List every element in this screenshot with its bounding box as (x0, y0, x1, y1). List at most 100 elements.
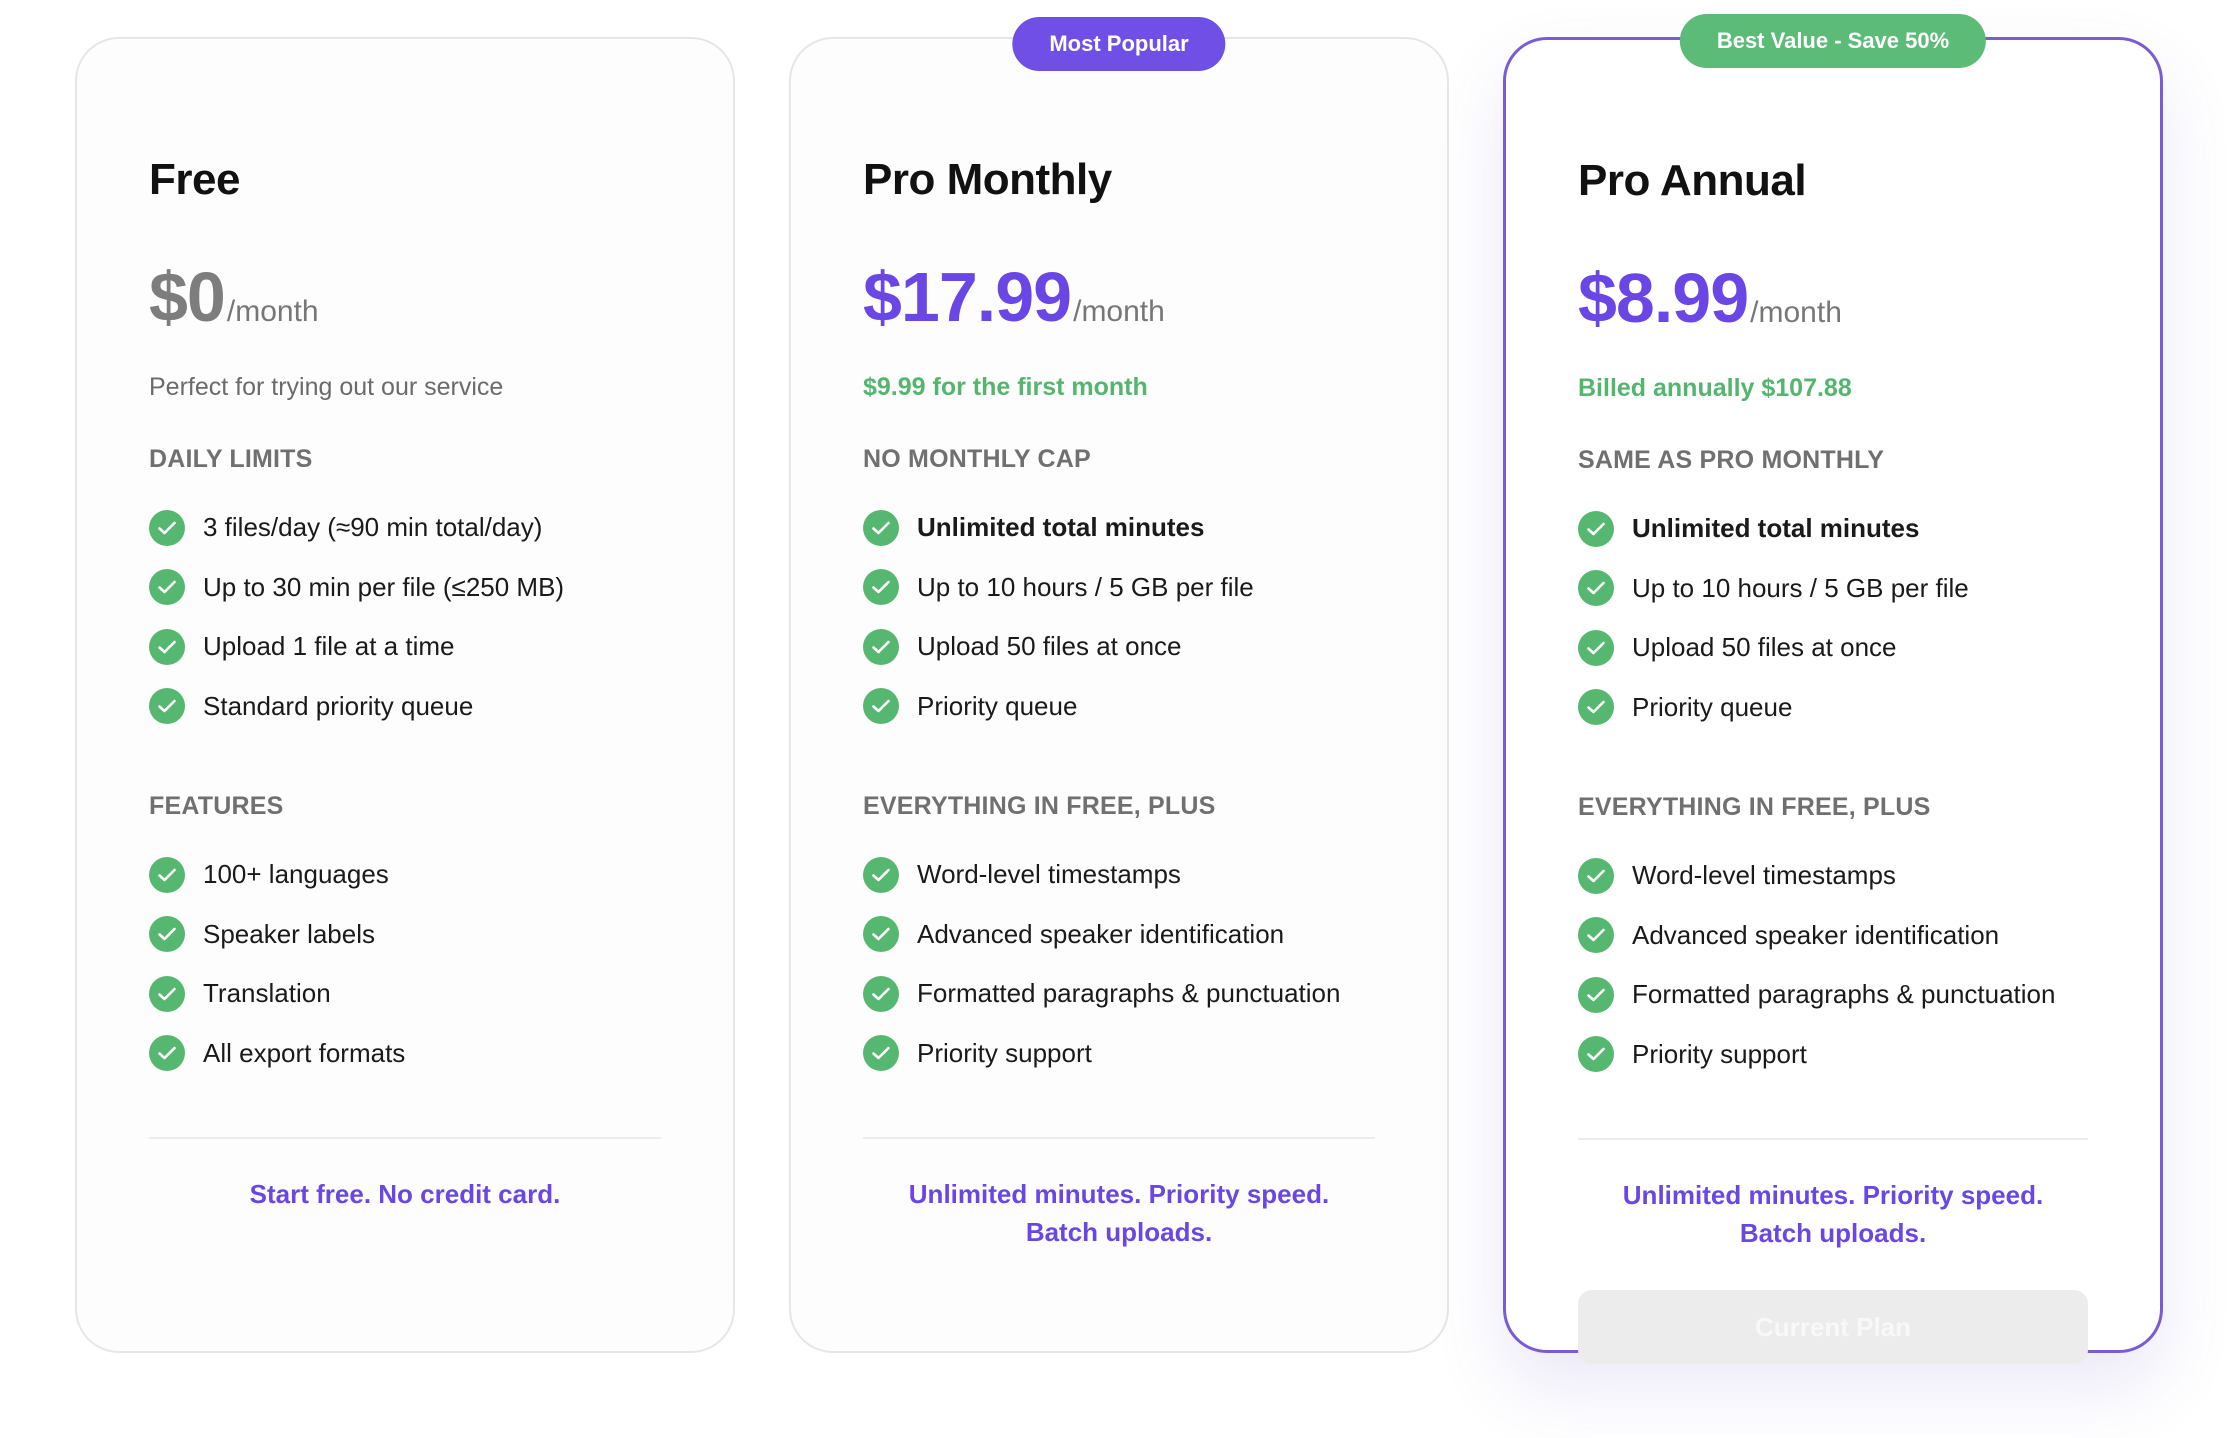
feature-text: Up to 10 hours / 5 GB per file (917, 571, 1254, 602)
plan-card-pro-annual: Best Value - Save 50% Pro Annual $8.99 /… (1503, 14, 2163, 1364)
divider (149, 1137, 661, 1139)
plan-tagline: Unlimited minutes. Priority speed. Batch… (908, 1179, 1330, 1247)
plan-tagline: Start free. No credit card. (249, 1179, 561, 1209)
feature-item: Speaker labels (149, 905, 661, 965)
section-heading-features: EVERYTHING IN FREE, PLUS (1578, 793, 1931, 821)
feature-item: Priority support (1578, 1025, 2088, 1085)
most-popular-badge: Most Popular (1012, 17, 1226, 71)
feature-text: Unlimited total minutes (917, 512, 1205, 543)
feature-list-limits: 3 files/day (≈90 min total/day) Up to 30… (149, 498, 661, 736)
feature-list-limits: Unlimited total minutes Up to 10 hours /… (1578, 499, 2088, 737)
check-circle-icon (1578, 570, 1614, 607)
check-circle-icon (863, 509, 899, 546)
check-circle-icon (863, 688, 899, 725)
plan-price: $17.99 (863, 258, 1072, 336)
plan-price: $8.99 (1578, 259, 1749, 337)
feature-text: Word-level timestamps (1632, 860, 1896, 891)
feature-text: All export formats (203, 1037, 406, 1068)
check-circle-icon (1578, 976, 1614, 1013)
feature-text: Priority support (1632, 1038, 1807, 1069)
feature-text: Advanced speaker identification (1632, 919, 2000, 950)
feature-text: Formatted paragraphs & punctuation (917, 978, 1341, 1009)
price-period: /month (226, 295, 319, 328)
feature-list-features: Word-level timestamps Advanced speaker i… (863, 845, 1375, 1083)
feature-item: 100+ languages (149, 845, 661, 905)
check-circle-icon (149, 916, 185, 953)
feature-item: Upload 1 file at a time (149, 617, 661, 677)
plan-card-pro-monthly: Most Popular Pro Monthly $17.99 /month $… (789, 17, 1449, 1353)
feature-text: Speaker labels (203, 918, 375, 949)
feature-text: Advanced speaker identification (917, 918, 1285, 949)
feature-text: Upload 50 files at once (917, 631, 1182, 662)
check-circle-icon (863, 916, 899, 953)
feature-item: Word-level timestamps (1578, 846, 2088, 906)
section-heading-limits: NO MONTHLY CAP (863, 445, 1091, 473)
check-circle-icon (863, 975, 899, 1012)
price-period: /month (1073, 295, 1165, 328)
feature-text: Upload 1 file at a time (203, 631, 455, 662)
feature-item: Priority support (863, 1024, 1375, 1084)
section-heading-limits: SAME AS PRO MONTHLY (1578, 446, 1885, 474)
feature-list-features: Word-level timestamps Advanced speaker i… (1578, 846, 2088, 1084)
feature-list-features: 100+ languages Speaker labels Translatio… (149, 845, 661, 1083)
check-circle-icon (863, 628, 899, 665)
feature-item: Translation (149, 964, 661, 1024)
price-row: $0 /month (149, 257, 661, 337)
plan-card-free: Free $0 /month Perfect for trying out ou… (75, 37, 735, 1353)
check-circle-icon (1578, 510, 1614, 547)
price-row: $17.99 /month (863, 257, 1375, 337)
feature-item: Advanced speaker identification (863, 905, 1375, 965)
check-circle-icon (1578, 917, 1614, 954)
feature-text: Up to 30 min per file (≤250 MB) (203, 571, 565, 602)
feature-text: Upload 50 files at once (1632, 632, 1897, 663)
divider (863, 1137, 1375, 1139)
section-heading-limits: DAILY LIMITS (149, 445, 313, 473)
feature-item: Priority queue (1578, 678, 2088, 738)
feature-text: Priority support (917, 1037, 1092, 1068)
section-heading-features: FEATURES (149, 792, 284, 820)
feature-item: Formatted paragraphs & punctuation (1578, 965, 2088, 1025)
plan-subtitle: Perfect for trying out our service (149, 373, 504, 401)
feature-text: 100+ languages (203, 859, 389, 890)
current-plan-button[interactable]: Current Plan (1578, 1290, 2088, 1364)
plan-subtitle: Billed annually $107.88 (1578, 374, 1852, 402)
divider (1578, 1138, 2088, 1140)
best-value-badge: Best Value - Save 50% (1679, 14, 1987, 68)
feature-text: Up to 10 hours / 5 GB per file (1632, 572, 1969, 603)
feature-text: Priority queue (1632, 691, 1793, 722)
plan-name: Pro Annual (1578, 156, 1807, 205)
feature-text: Priority queue (917, 690, 1078, 721)
check-circle-icon (149, 569, 185, 606)
check-circle-icon (863, 856, 899, 893)
feature-item: Unlimited total minutes (863, 498, 1375, 558)
plan-price: $0 (149, 258, 226, 336)
feature-item: Up to 30 min per file (≤250 MB) (149, 558, 661, 618)
feature-text: Standard priority queue (203, 690, 474, 721)
check-circle-icon (149, 975, 185, 1012)
feature-item: Upload 50 files at once (1578, 618, 2088, 678)
feature-item: Unlimited total minutes (1578, 499, 2088, 559)
feature-item: Word-level timestamps (863, 845, 1375, 905)
plan-tagline: Unlimited minutes. Priority speed. Batch… (1622, 1180, 2044, 1248)
feature-text: 3 files/day (≈90 min total/day) (203, 512, 543, 543)
check-circle-icon (863, 1035, 899, 1072)
check-circle-icon (149, 628, 185, 665)
feature-text: Word-level timestamps (917, 859, 1181, 890)
price-period: /month (1750, 296, 1842, 329)
feature-item: Standard priority queue (149, 677, 661, 737)
check-circle-icon (1578, 689, 1614, 726)
check-circle-icon (149, 856, 185, 893)
feature-item: Advanced speaker identification (1578, 906, 2088, 966)
feature-item: All export formats (149, 1024, 661, 1084)
check-circle-icon (1578, 1036, 1614, 1073)
feature-item: 3 files/day (≈90 min total/day) (149, 498, 661, 558)
check-circle-icon (149, 509, 185, 546)
feature-text: Formatted paragraphs & punctuation (1632, 979, 2056, 1010)
price-row: $8.99 /month (1578, 258, 2088, 338)
feature-item: Priority queue (863, 677, 1375, 737)
plan-name: Free (149, 155, 240, 204)
check-circle-icon (863, 569, 899, 606)
pricing-plans: Free $0 /month Perfect for trying out ou… (0, 0, 2230, 1438)
feature-text: Translation (203, 978, 331, 1009)
check-circle-icon (149, 688, 185, 725)
